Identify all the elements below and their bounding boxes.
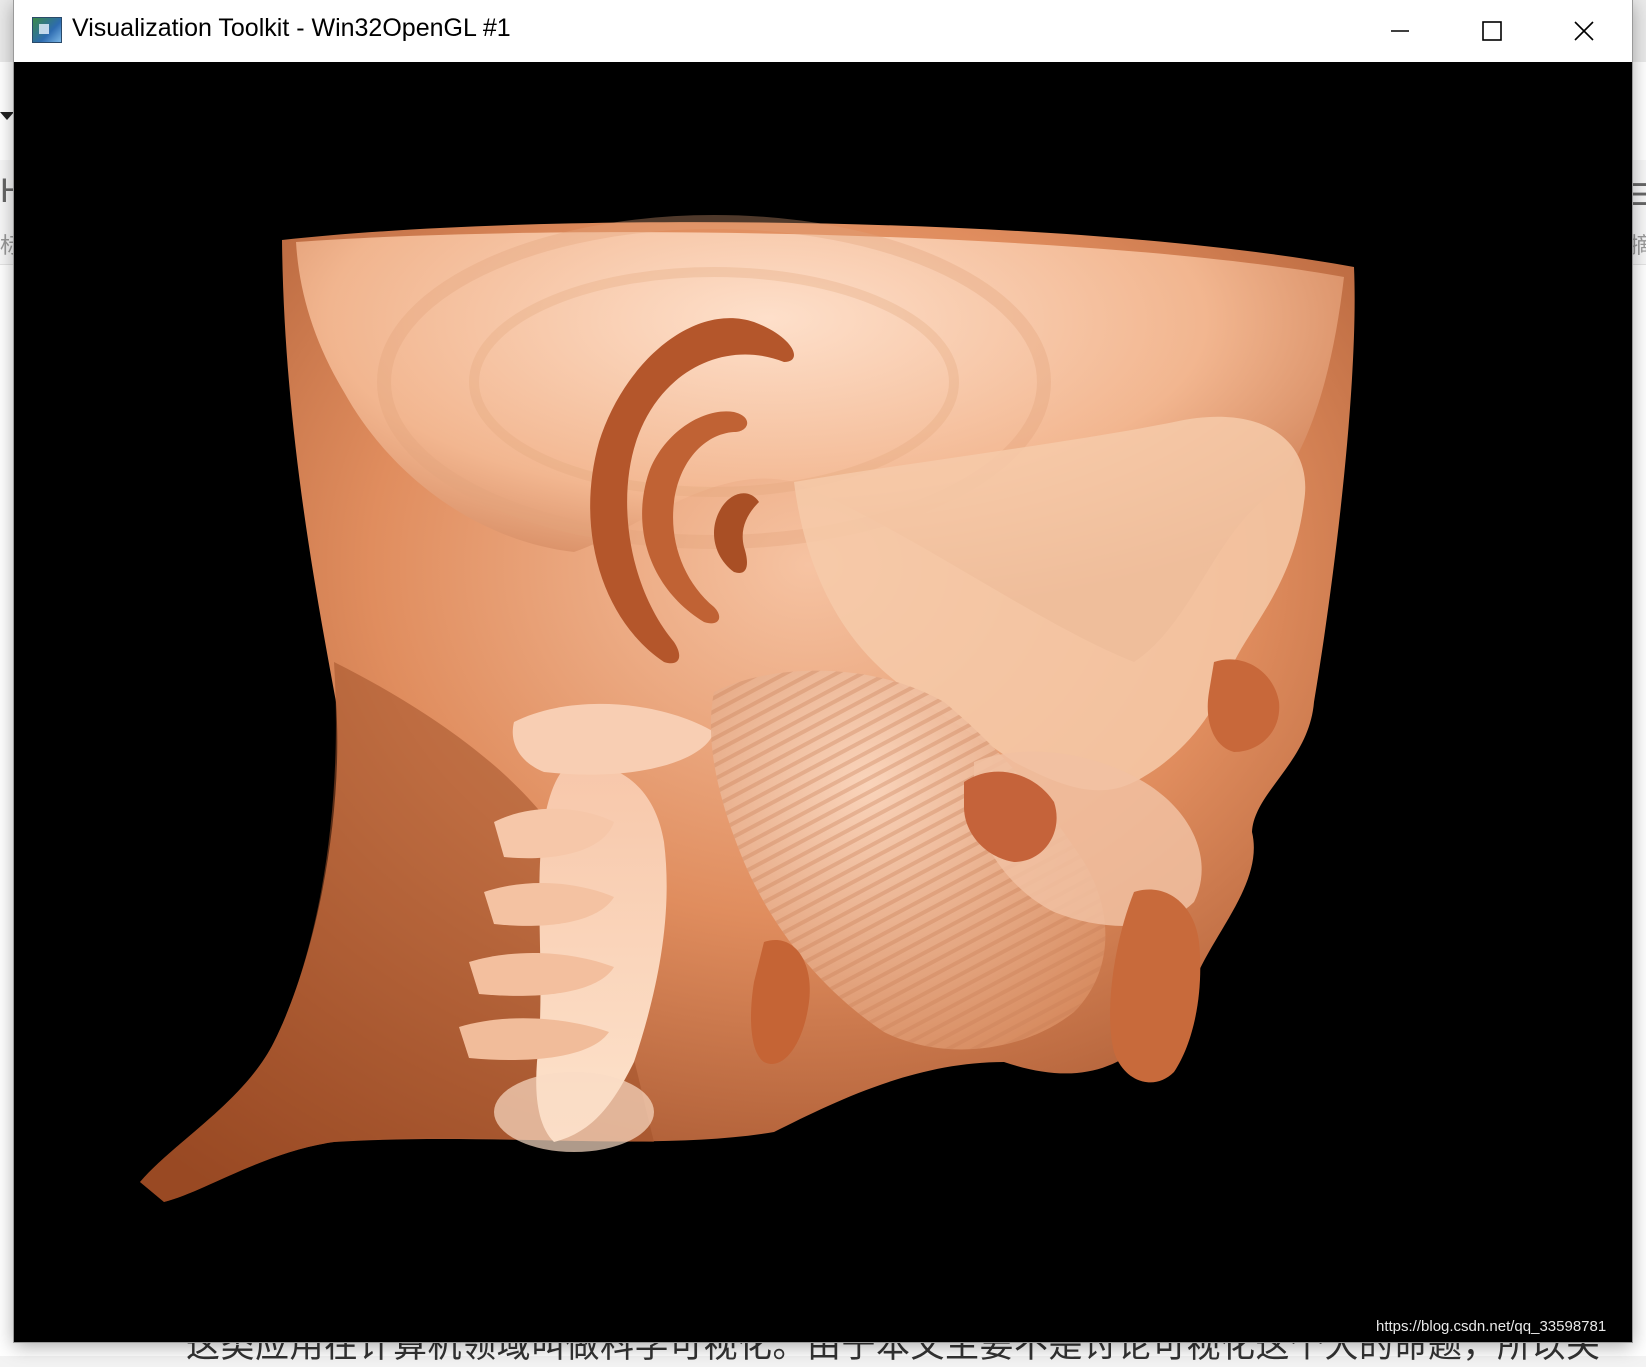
vtk-app-icon xyxy=(32,17,62,43)
background-summary-fragment: 摘 xyxy=(1630,233,1646,258)
window-titlebar[interactable]: Visualization Toolkit - Win32OpenGL #1 xyxy=(14,0,1632,62)
window-title: Visualization Toolkit - Win32OpenGL #1 xyxy=(72,14,511,42)
list-icon: ☰ xyxy=(1630,179,1646,212)
watermark: https://blog.csdn.net/qq_33598781 xyxy=(1376,1318,1607,1335)
minimize-icon xyxy=(1391,30,1409,32)
maximize-button[interactable] xyxy=(1446,0,1538,62)
close-button[interactable] xyxy=(1538,0,1630,62)
render-viewport[interactable] xyxy=(14,62,1632,1342)
maximize-icon xyxy=(1482,21,1502,41)
caret-down-icon xyxy=(0,112,14,120)
minimize-button[interactable] xyxy=(1354,0,1446,62)
close-icon xyxy=(1574,21,1594,41)
neck-highlight xyxy=(494,1072,654,1152)
vtk-render-window[interactable]: Visualization Toolkit - Win32OpenGL #1 xyxy=(14,0,1632,1342)
head-ct-volume-render xyxy=(140,215,1355,1203)
